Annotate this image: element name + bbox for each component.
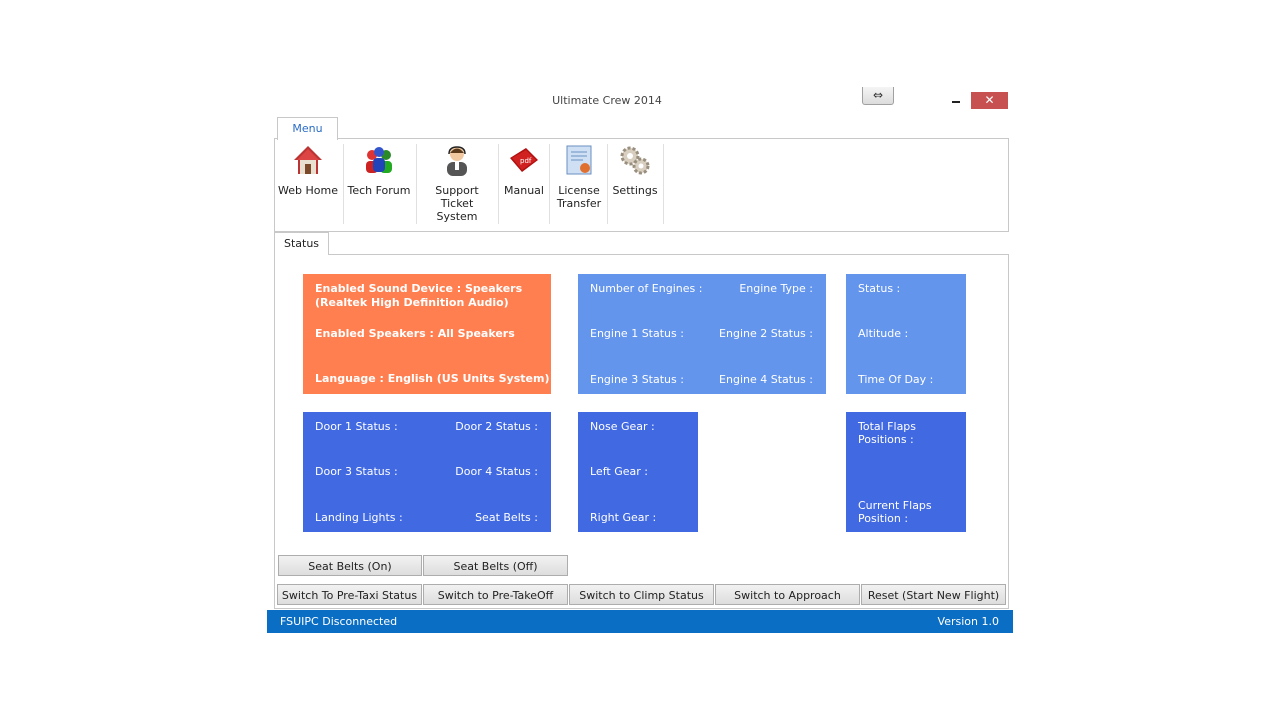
svg-text:pdf: pdf: [520, 157, 532, 165]
sound-device-text: Enabled Sound Device : Speakers (Realtek…: [315, 282, 523, 309]
flaps-panel: Total Flaps Positions : Current Flaps Po…: [846, 412, 966, 532]
left-gear-label: Left Gear :: [590, 465, 648, 478]
connection-status: FSUIPC Disconnected: [280, 615, 398, 628]
doors-panel: Door 1 Status : Door 2 Status : Door 3 S…: [303, 412, 551, 532]
support-ticket-button[interactable]: Support Ticket System: [420, 139, 494, 225]
altitude-label: Altitude :: [858, 327, 909, 340]
home-icon: [292, 144, 324, 176]
settings-button[interactable]: Settings: [611, 139, 659, 225]
version-label: Version 1.0: [937, 615, 999, 628]
minimize-icon: [952, 101, 960, 103]
tech-forum-label: Tech Forum: [347, 184, 411, 197]
ribbon-divider: [549, 144, 550, 224]
seat-belts-off-button[interactable]: Seat Belts (Off): [423, 555, 568, 576]
tab-menu[interactable]: Menu: [277, 117, 338, 140]
door1-status-label: Door 1 Status :: [315, 420, 398, 433]
total-flaps-label: Total Flaps Positions :: [858, 420, 917, 446]
people-group-icon: [363, 144, 395, 176]
ribbon-divider: [607, 144, 608, 224]
pdf-manual-icon: pdf: [508, 144, 540, 176]
resize-button[interactable]: ⇔: [862, 87, 894, 105]
license-transfer-button[interactable]: License Transfer: [553, 139, 605, 225]
manual-button[interactable]: pdf Manual: [502, 139, 546, 225]
status-bar: FSUIPC Disconnected Version 1.0: [267, 610, 1013, 633]
gear-panel: Nose Gear : Left Gear : Right Gear :: [578, 412, 698, 532]
manual-label: Manual: [504, 184, 544, 197]
language-text: Language : English (US Units System): [315, 372, 550, 385]
current-flaps-label: Current Flaps Position :: [858, 499, 932, 525]
tech-forum-button[interactable]: Tech Forum: [347, 139, 411, 225]
door4-status-label: Door 4 Status :: [455, 465, 538, 478]
status-label: Status :: [858, 282, 901, 295]
ribbon: Web Home Tech Forum Support Ticket Syste…: [274, 138, 1009, 232]
climb-button[interactable]: Switch to Climp Status: [569, 584, 714, 605]
ribbon-divider: [498, 144, 499, 224]
seat-belts-on-button[interactable]: Seat Belts (On): [278, 555, 422, 576]
web-home-label: Web Home: [278, 184, 338, 197]
sound-panel: Enabled Sound Device : Speakers (Realtek…: [303, 274, 551, 394]
gears-icon: [619, 144, 651, 176]
pre-taxi-button[interactable]: Switch To Pre-Taxi Status: [277, 584, 422, 605]
nose-gear-label: Nose Gear :: [590, 420, 655, 433]
engine3-status-label: Engine 3 Status :: [590, 373, 684, 386]
license-transfer-label: License Transfer: [556, 184, 602, 210]
window-title: Ultimate Crew 2014: [552, 94, 662, 107]
right-gear-label: Right Gear :: [590, 511, 657, 524]
seat-belts-label: Seat Belts :: [475, 511, 538, 524]
close-button[interactable]: ✕: [971, 92, 1008, 109]
engine4-status-label: Engine 4 Status :: [719, 373, 813, 386]
engine2-status-label: Engine 2 Status :: [719, 327, 813, 340]
door2-status-label: Door 2 Status :: [455, 420, 538, 433]
reset-button[interactable]: Reset (Start New Flight): [861, 584, 1006, 605]
ribbon-divider: [343, 144, 344, 224]
door3-status-label: Door 3 Status :: [315, 465, 398, 478]
certificate-icon: [563, 144, 595, 176]
support-agent-icon: [441, 144, 473, 176]
ribbon-divider: [663, 144, 664, 224]
num-engines-label: Number of Engines :: [590, 282, 703, 295]
minimize-button[interactable]: [948, 92, 964, 108]
time-of-day-label: Time Of Day :: [858, 373, 934, 386]
pre-takeoff-button[interactable]: Switch to Pre-TakeOff Status: [423, 584, 568, 623]
engine-type-label: Engine Type :: [739, 282, 813, 295]
engine1-status-label: Engine 1 Status :: [590, 327, 684, 340]
support-ticket-label: Support Ticket System: [435, 184, 479, 223]
engines-panel: Number of Engines : Engine Type : Engine…: [578, 274, 826, 394]
flight-status-panel: Status : Altitude : Time Of Day :: [846, 274, 966, 394]
speakers-text: Enabled Speakers : All Speakers: [315, 327, 515, 340]
ribbon-divider: [416, 144, 417, 224]
status-panel: Enabled Sound Device : Speakers (Realtek…: [274, 254, 1009, 623]
web-home-button[interactable]: Web Home: [277, 139, 339, 225]
approach-button[interactable]: Switch to Approach Status: [715, 584, 860, 623]
settings-label: Settings: [612, 184, 658, 197]
tab-status[interactable]: Status: [274, 232, 329, 255]
landing-lights-label: Landing Lights :: [315, 511, 403, 524]
